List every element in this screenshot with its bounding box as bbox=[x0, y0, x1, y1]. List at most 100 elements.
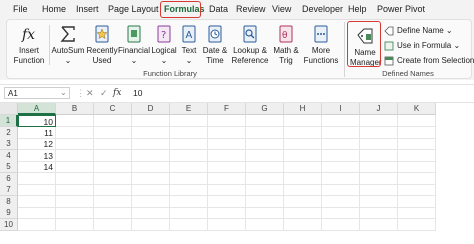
tab-developer[interactable]: Developer bbox=[302, 0, 343, 18]
cell-h8[interactable] bbox=[284, 195, 322, 208]
cell-e10[interactable] bbox=[170, 218, 208, 231]
cell-a4[interactable]: 13 bbox=[18, 149, 56, 162]
cell-e4[interactable] bbox=[170, 149, 208, 162]
cell-c10[interactable] bbox=[94, 218, 132, 231]
cell-b5[interactable] bbox=[56, 161, 94, 173]
column-header-i[interactable]: I bbox=[322, 103, 360, 115]
cell-g5[interactable] bbox=[246, 161, 284, 173]
cell-i3[interactable] bbox=[322, 138, 360, 150]
cell-d6[interactable] bbox=[132, 172, 170, 185]
cell-i5[interactable] bbox=[322, 161, 360, 173]
cell-f8[interactable] bbox=[208, 195, 246, 208]
cell-k5[interactable] bbox=[398, 161, 436, 173]
cell-g10[interactable] bbox=[246, 218, 284, 231]
cell-c9[interactable] bbox=[94, 207, 132, 219]
row-header-8[interactable]: 8 bbox=[0, 195, 18, 208]
cell-f2[interactable] bbox=[208, 126, 246, 139]
cell-h1[interactable] bbox=[284, 115, 322, 127]
cell-k4[interactable] bbox=[398, 149, 436, 162]
cell-a7[interactable] bbox=[18, 184, 56, 196]
cell-e2[interactable] bbox=[170, 126, 208, 139]
cell-a1[interactable]: 10 bbox=[18, 115, 56, 127]
cell-g2[interactable] bbox=[246, 126, 284, 139]
cell-e8[interactable] bbox=[170, 195, 208, 208]
formula-input[interactable]: 10 bbox=[133, 87, 142, 99]
use-in-formula-button[interactable]: Use in Formula ⌄ bbox=[384, 40, 460, 52]
cell-i6[interactable] bbox=[322, 172, 360, 185]
cell-h7[interactable] bbox=[284, 184, 322, 196]
insert-function-button[interactable]: fx Insert Function bbox=[12, 24, 46, 66]
cell-d4[interactable] bbox=[132, 149, 170, 162]
cell-b3[interactable] bbox=[56, 138, 94, 150]
cell-f4[interactable] bbox=[208, 149, 246, 162]
cell-g8[interactable] bbox=[246, 195, 284, 208]
column-header-b[interactable]: B bbox=[56, 103, 94, 115]
cell-d1[interactable] bbox=[132, 115, 170, 127]
cell-k10[interactable] bbox=[398, 218, 436, 231]
cell-b4[interactable] bbox=[56, 149, 94, 162]
cell-d7[interactable] bbox=[132, 184, 170, 196]
column-header-k[interactable]: K bbox=[398, 103, 436, 115]
row-header-1[interactable]: 1 bbox=[0, 115, 18, 127]
row-header-9[interactable]: 9 bbox=[0, 207, 18, 219]
cell-b2[interactable] bbox=[56, 126, 94, 139]
cell-k9[interactable] bbox=[398, 207, 436, 219]
cell-j10[interactable] bbox=[360, 218, 398, 231]
column-header-h[interactable]: H bbox=[284, 103, 322, 115]
cell-h2[interactable] bbox=[284, 126, 322, 139]
column-header-g[interactable]: G bbox=[246, 103, 284, 115]
date-time-button[interactable]: Date & Time bbox=[200, 24, 230, 66]
more-functions-button[interactable]: More Functions bbox=[302, 24, 340, 66]
financial-button[interactable]: Financial ⌄ bbox=[118, 24, 150, 66]
cell-e5[interactable] bbox=[170, 161, 208, 173]
select-all-corner[interactable] bbox=[0, 103, 18, 115]
cell-k3[interactable] bbox=[398, 138, 436, 150]
column-header-f[interactable]: F bbox=[208, 103, 246, 115]
tab-file[interactable]: File bbox=[13, 0, 28, 18]
cell-b1[interactable] bbox=[56, 115, 94, 127]
cell-a9[interactable] bbox=[18, 207, 56, 219]
cell-i4[interactable] bbox=[322, 149, 360, 162]
cell-d9[interactable] bbox=[132, 207, 170, 219]
insert-function-icon[interactable]: fx bbox=[113, 87, 121, 99]
tab-view[interactable]: View bbox=[272, 0, 291, 18]
define-name-button[interactable]: Define Name ⌄ bbox=[384, 25, 453, 37]
cell-f1[interactable] bbox=[208, 115, 246, 127]
cell-e1[interactable] bbox=[170, 115, 208, 127]
cell-j7[interactable] bbox=[360, 184, 398, 196]
cell-c5[interactable] bbox=[94, 161, 132, 173]
cell-f3[interactable] bbox=[208, 138, 246, 150]
column-header-c[interactable]: C bbox=[94, 103, 132, 115]
cell-c8[interactable] bbox=[94, 195, 132, 208]
column-header-e[interactable]: E bbox=[170, 103, 208, 115]
cell-f9[interactable] bbox=[208, 207, 246, 219]
row-header-10[interactable]: 10 bbox=[0, 218, 18, 231]
cell-b10[interactable] bbox=[56, 218, 94, 231]
cell-i9[interactable] bbox=[322, 207, 360, 219]
cell-a8[interactable] bbox=[18, 195, 56, 208]
cell-e9[interactable] bbox=[170, 207, 208, 219]
cell-k7[interactable] bbox=[398, 184, 436, 196]
cell-g3[interactable] bbox=[246, 138, 284, 150]
cell-j2[interactable] bbox=[360, 126, 398, 139]
cell-i8[interactable] bbox=[322, 195, 360, 208]
row-header-6[interactable]: 6 bbox=[0, 172, 18, 185]
recently-used-button[interactable]: Recently Used bbox=[86, 24, 118, 66]
cell-b8[interactable] bbox=[56, 195, 94, 208]
cell-c6[interactable] bbox=[94, 172, 132, 185]
cell-a3[interactable]: 12 bbox=[18, 138, 56, 150]
row-header-7[interactable]: 7 bbox=[0, 184, 18, 196]
cell-b6[interactable] bbox=[56, 172, 94, 185]
cell-b7[interactable] bbox=[56, 184, 94, 196]
math-trig-button[interactable]: θ Math & Trig bbox=[270, 24, 302, 66]
cancel-icon[interactable]: ✕ bbox=[86, 87, 94, 99]
cell-k1[interactable] bbox=[398, 115, 436, 127]
cell-d8[interactable] bbox=[132, 195, 170, 208]
cell-g6[interactable] bbox=[246, 172, 284, 185]
text-button[interactable]: A Text ⌄ bbox=[178, 24, 200, 66]
cell-c4[interactable] bbox=[94, 149, 132, 162]
column-header-a[interactable]: A bbox=[18, 103, 56, 115]
cell-i7[interactable] bbox=[322, 184, 360, 196]
cell-a2[interactable]: 11 bbox=[18, 126, 56, 139]
row-header-5[interactable]: 5 bbox=[0, 161, 18, 173]
